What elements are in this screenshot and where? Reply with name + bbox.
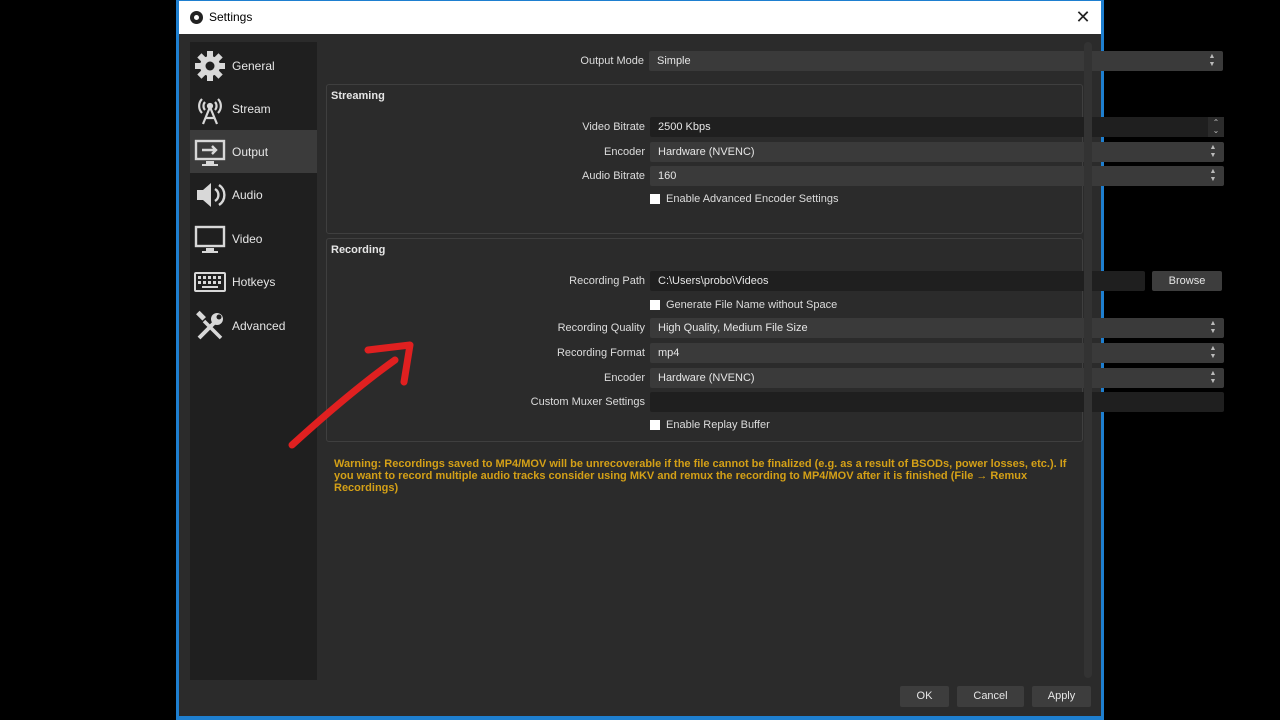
stream-encoder-select[interactable]: Hardware (NVENC) ▲ ▼ [650, 142, 1224, 162]
advanced-encoder-checkbox[interactable]: Enable Advanced Encoder Settings [650, 193, 838, 205]
sidebar-item-general[interactable]: General [190, 44, 317, 87]
checkbox-box[interactable] [650, 420, 660, 430]
output-mode-select[interactable]: Simple ▲ ▼ [649, 51, 1223, 71]
updown-arrows-icon: ▲ ▼ [1209, 370, 1217, 385]
output-mode-value: Simple [657, 55, 691, 67]
recording-group-title: Recording [331, 244, 386, 256]
sidebar-item-label: Hotkeys [232, 274, 276, 289]
spinbox-arrows[interactable]: ⌃ ⌄ [1208, 117, 1224, 137]
tools-icon [193, 309, 227, 343]
recording-quality-label: Recording Quality [557, 322, 645, 334]
replay-buffer-checkbox[interactable]: Enable Replay Buffer [650, 419, 770, 431]
video-bitrate-spinbox[interactable]: 2500 Kbps ⌃ ⌄ [650, 117, 1224, 137]
cancel-button[interactable]: Cancel [957, 686, 1024, 707]
sidebar-item-stream[interactable]: Stream [190, 87, 317, 130]
apply-button[interactable]: Apply [1032, 686, 1091, 707]
recording-path-value: C:\Users\probo\Videos [658, 275, 769, 287]
updown-arrows-icon: ▲ ▼ [1208, 53, 1216, 68]
audio-bitrate-label: Audio Bitrate [582, 170, 645, 182]
window-title: Settings [209, 10, 253, 24]
vertical-scrollbar[interactable] [1084, 42, 1092, 678]
recording-format-label: Recording Format [556, 347, 645, 359]
no-space-checkbox[interactable]: Generate File Name without Space [650, 299, 837, 311]
ok-button[interactable]: OK [900, 686, 949, 707]
recording-quality-select[interactable]: High Quality, Medium File Size ▲ ▼ [650, 318, 1224, 338]
sidebar-item-label: Audio [232, 187, 263, 202]
updown-arrows-icon: ⌃ ⌄ [1212, 118, 1220, 135]
annotation-arrow-icon [288, 341, 414, 449]
no-space-label: Generate File Name without Space [666, 299, 838, 311]
updown-arrows-icon: ▲ ▼ [1209, 168, 1217, 183]
streaming-group: Streaming Video Bitrate 2500 Kbps ⌃ ⌄ Enc… [326, 84, 1224, 234]
recording-path-label: Recording Path [569, 275, 645, 287]
sidebar-item-hotkeys[interactable]: Hotkeys [190, 260, 317, 303]
speaker-icon [193, 178, 227, 212]
keyboard-icon [193, 265, 227, 299]
sidebar-item-label: Video [232, 231, 263, 246]
recording-encoder-select[interactable]: Hardware (NVENC) ▲ ▼ [650, 368, 1224, 388]
custom-muxer-input[interactable] [650, 392, 1224, 412]
audio-bitrate-select[interactable]: 160 ▲ ▼ [650, 166, 1224, 186]
checkbox-box[interactable] [650, 300, 660, 310]
streaming-group-title: Streaming [331, 90, 385, 102]
audio-bitrate-value: 160 [658, 170, 677, 182]
sidebar-item-video[interactable]: Video [190, 217, 317, 260]
recording-format-value: mp4 [658, 347, 680, 359]
antenna-icon [193, 92, 227, 126]
checkbox-box[interactable] [650, 194, 660, 204]
browse-button[interactable]: Browse [1152, 271, 1222, 291]
video-bitrate-label: Video Bitrate [582, 121, 645, 133]
sidebar-item-label: Stream [232, 101, 271, 116]
updown-arrows-icon: ▲ ▼ [1209, 345, 1217, 360]
output-settings-panel: Output Mode Simple ▲ ▼ Streaming Video Bi… [326, 42, 1224, 682]
recording-encoder-value: Hardware (NVENC) [658, 372, 755, 384]
output-monitor-icon [193, 135, 227, 169]
close-button[interactable]: ✕ [1073, 6, 1093, 28]
custom-muxer-label: Custom Muxer Settings [530, 396, 645, 408]
stream-encoder-value: Hardware (NVENC) [658, 146, 755, 158]
updown-arrows-icon: ▲ ▼ [1209, 320, 1217, 335]
title-bar[interactable]: Settings ✕ [179, 0, 1101, 34]
obs-logo-icon [190, 11, 203, 24]
video-bitrate-value: 2500 Kbps [658, 121, 711, 133]
recording-path-input[interactable]: C:\Users\probo\Videos [650, 271, 1145, 291]
sidebar-item-audio[interactable]: Audio [190, 173, 317, 216]
sidebar-item-label: Output [232, 144, 269, 159]
sidebar-item-output[interactable]: Output [190, 130, 317, 173]
replay-buffer-label: Enable Replay Buffer [666, 419, 770, 431]
monitor-icon [193, 222, 227, 256]
mp4-warning-text: Warning: Recordings saved to MP4/MOV wil… [334, 458, 1067, 494]
output-mode-label: Output Mode [580, 55, 644, 67]
recording-encoder-label: Encoder [604, 372, 645, 384]
gear-icon [193, 49, 227, 83]
updown-arrows-icon: ▲ ▼ [1209, 144, 1217, 159]
advanced-encoder-label: Enable Advanced Encoder Settings [666, 193, 839, 205]
sidebar-item-label: Advanced [232, 318, 286, 333]
sidebar-item-label: General [232, 58, 275, 73]
recording-format-select[interactable]: mp4 ▲ ▼ [650, 343, 1224, 363]
recording-group: Recording Recording Path C:\Users\probo\… [326, 238, 1224, 442]
recording-quality-value: High Quality, Medium File Size [658, 322, 808, 334]
stream-encoder-label: Encoder [604, 146, 645, 158]
